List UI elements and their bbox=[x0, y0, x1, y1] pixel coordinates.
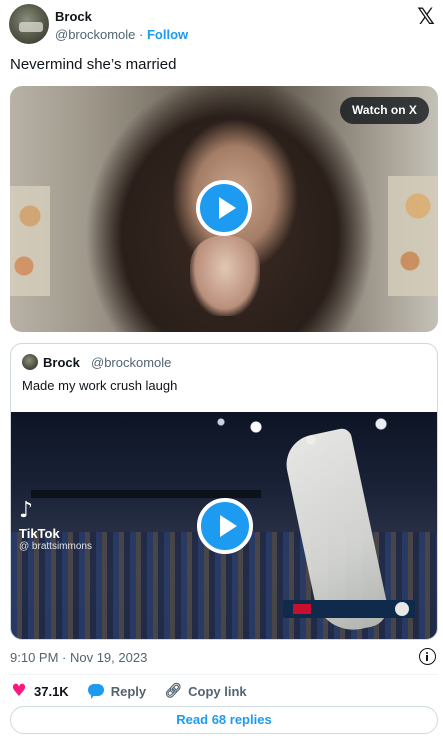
tweet-card: Brock @brockomole · Follow 𝕏 Nevermind s… bbox=[0, 0, 443, 738]
arena-banner bbox=[31, 490, 261, 498]
reply-label: Reply bbox=[110, 683, 147, 699]
handle-separator: · bbox=[135, 27, 147, 42]
tweet-timestamp[interactable]: 9:10 PM · Nov 19, 2023 bbox=[10, 650, 147, 665]
info-icon[interactable] bbox=[419, 648, 436, 665]
tiktok-logo-icon: ♪ bbox=[19, 498, 34, 523]
quoted-tweet-text: Made my work crush laugh bbox=[22, 378, 178, 393]
video-player[interactable]: Watch on X bbox=[10, 86, 438, 332]
follow-button[interactable]: Follow bbox=[147, 27, 188, 42]
play-icon[interactable] bbox=[197, 498, 253, 554]
reply-icon bbox=[87, 682, 105, 700]
copy-link-label: Copy link bbox=[188, 683, 247, 699]
author-handle[interactable]: @brockomole bbox=[55, 27, 135, 42]
author-handle-line: @brockomole · Follow bbox=[55, 27, 188, 42]
quoted-video-player[interactable]: ♪ TikTok @ brattsimmons bbox=[11, 412, 437, 639]
tiktok-watermark: ♪ TikTok @ brattsimmons bbox=[19, 498, 92, 553]
like-count: 37.1K bbox=[34, 683, 69, 699]
video-frame-detail bbox=[190, 236, 260, 316]
heart-icon: ♥ bbox=[11, 681, 27, 701]
play-icon[interactable] bbox=[196, 180, 252, 236]
wall-decoration-right bbox=[388, 176, 438, 296]
quoted-author-handle: @brockomole bbox=[91, 355, 172, 370]
like-button[interactable]: ♥ 37.1K bbox=[10, 681, 69, 701]
tiktok-username: @ brattsimmons bbox=[19, 541, 92, 552]
avatar[interactable] bbox=[9, 4, 49, 44]
link-icon: 🔗︎ bbox=[164, 683, 182, 699]
quoted-tweet[interactable]: Brock @brockomole Made my work crush lau… bbox=[10, 343, 438, 640]
quoted-avatar bbox=[22, 354, 38, 370]
x-logo-icon[interactable]: 𝕏 bbox=[416, 7, 436, 29]
read-replies-button[interactable]: Read 68 replies bbox=[10, 706, 438, 734]
wall-decoration-left bbox=[10, 186, 50, 296]
quoted-author-name: Brock bbox=[43, 355, 80, 370]
watch-on-x-button[interactable]: Watch on X bbox=[340, 97, 429, 124]
tiktok-label: TikTok bbox=[19, 526, 60, 541]
copy-link-button[interactable]: 🔗︎ Copy link bbox=[164, 682, 247, 700]
action-bar: ♥ 37.1K Reply 🔗︎ Copy link bbox=[10, 681, 265, 701]
tweet-text: Nevermind she’s married bbox=[10, 56, 177, 73]
scoreboard-overlay bbox=[283, 600, 415, 618]
author-name[interactable]: Brock bbox=[55, 9, 92, 24]
reply-button[interactable]: Reply bbox=[87, 682, 146, 700]
divider bbox=[10, 674, 438, 675]
